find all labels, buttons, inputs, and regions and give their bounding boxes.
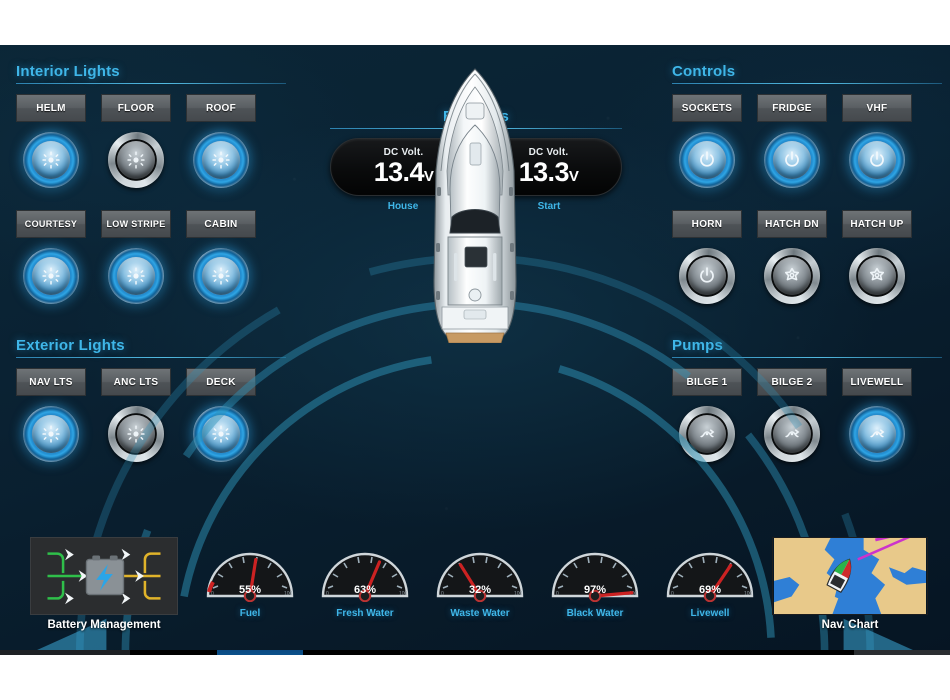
gauge-livewell[interactable]: 0 100 69% Livewell: [660, 540, 760, 619]
tab-charts[interactable]: Charts: [303, 650, 390, 655]
widget-label: Battery Management: [47, 619, 161, 631]
vessel-graphic: [0, 45, 928, 655]
gauge-dial: 0 100 32%: [436, 552, 524, 603]
svg-text:100: 100: [284, 591, 293, 597]
gauge-label: Fresh Water: [336, 608, 394, 619]
battery-management-icon: [30, 537, 178, 615]
gauge-dial: 0 100 97%: [551, 552, 639, 603]
gauge-value: 32%: [469, 584, 491, 596]
tab-pinned[interactable]: Pinned: [216, 650, 304, 655]
gauge-label: Fuel: [239, 608, 261, 619]
gauge-label: Livewell: [690, 608, 730, 619]
gauge-value: 69%: [699, 584, 721, 596]
vessel-control-screen: Interior Lights HELM FLOOR ROOF COURTESY…: [0, 45, 950, 655]
svg-text:0: 0: [441, 591, 444, 597]
tab-smartmode[interactable]: SmartMode™: [476, 650, 563, 655]
gauge-value: 63%: [354, 584, 376, 596]
gauge-value: 97%: [584, 584, 606, 596]
bottom-widgets: Battery Management 0 100 55% Fuel 0 100 …: [0, 485, 950, 635]
svg-text:100: 100: [399, 591, 408, 597]
gauge-fuel[interactable]: 0 100 55% Fuel: [200, 540, 300, 619]
nav-chart-thumbnail: [772, 537, 928, 615]
tank-gauges: 0 100 55% Fuel 0 100 63% Fresh Water 0 1…: [200, 540, 760, 619]
widget-nav-chart[interactable]: Nav. Chart: [772, 537, 928, 631]
svg-text:100: 100: [514, 591, 523, 597]
gauge-dial: 0 100 55%: [206, 552, 294, 603]
svg-text:0: 0: [326, 591, 329, 597]
taskbar: 03:345 Pinned Charts Combo SmartMode™ Ve…: [0, 650, 950, 655]
gauge-waste-water[interactable]: 0 100 32% Waste Water: [430, 540, 530, 619]
gauge-label: Waste Water: [450, 608, 510, 619]
gauge-dial: 0 100 69%: [666, 552, 754, 603]
close-button[interactable]: ✕ Close: [854, 650, 950, 655]
taskbar-tabs: Pinned Charts Combo SmartMode™ Vessel: [130, 650, 737, 655]
widget-battery-management[interactable]: Battery Management: [30, 537, 178, 631]
svg-text:0: 0: [671, 591, 674, 597]
tab-combo[interactable]: Combo: [389, 650, 477, 655]
tab-spacer: [649, 650, 737, 655]
tab-spacer: [130, 650, 217, 655]
svg-text:0: 0: [556, 591, 559, 597]
boat-top-view: [433, 68, 517, 343]
gauge-label: Black Water: [566, 608, 624, 619]
tab-vessel[interactable]: Vessel: [562, 650, 650, 655]
svg-text:100: 100: [744, 591, 753, 597]
gauge-value: 55%: [239, 584, 261, 596]
gauge-dial: 0 100 63%: [321, 552, 409, 603]
options-button[interactable]: ••• Options: [736, 650, 854, 655]
gauge-black-water[interactable]: 0 100 97% Black Water: [545, 540, 645, 619]
clock[interactable]: 03:345: [0, 650, 130, 655]
svg-text:0: 0: [211, 591, 214, 597]
widget-label: Nav. Chart: [821, 619, 879, 631]
gauge-fresh-water[interactable]: 0 100 63% Fresh Water: [315, 540, 415, 619]
